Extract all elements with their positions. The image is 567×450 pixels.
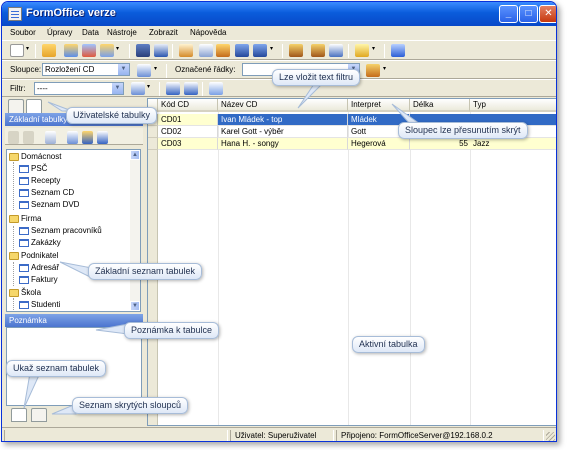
callout-user-tables: Uživatelské tabulky: [66, 107, 158, 124]
callout-show-list: Ukaž seznam tabulek: [6, 360, 107, 377]
callout-pointer-filter: [297, 83, 324, 109]
callout-filter: Lze vložit text filtru: [272, 69, 361, 86]
callout-basic-list: Základní seznam tabulek: [88, 263, 203, 280]
callout-pointer-show-list: [23, 372, 41, 409]
callout-note: Poznámka k tabulce: [124, 322, 220, 339]
callout-pointers: [23, 83, 422, 415]
callout-active-table: Aktivní tabulka: [352, 336, 425, 353]
callout-hidden-cols: Seznam skrytých sloupců: [72, 397, 189, 414]
callout-column-move: Sloupec lze přesunutím skrýt: [398, 122, 528, 139]
callout-pointer-column-move: [391, 103, 422, 125]
